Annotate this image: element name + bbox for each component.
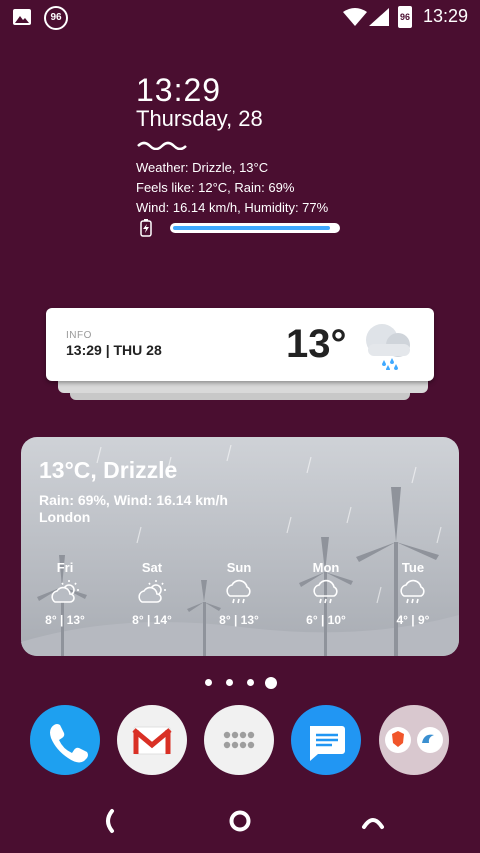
- forecast-day-name: Sun: [226, 560, 252, 575]
- forecast-range: 8° | 13°: [219, 613, 259, 627]
- phone-app-icon[interactable]: [30, 705, 100, 775]
- forecast-day-name: Fri: [56, 560, 74, 575]
- battery-charging-icon: [140, 219, 152, 237]
- app-drawer-icon: [223, 731, 255, 749]
- rain-cloud-icon: [313, 579, 338, 604]
- home-icon[interactable]: [227, 805, 253, 837]
- app-folder[interactable]: [379, 705, 449, 775]
- clock-time: 13:29: [136, 72, 222, 108]
- forecast-range: 6° | 10°: [306, 613, 346, 627]
- notification-96-icon: 96: [44, 6, 68, 30]
- gmail-app-icon[interactable]: [117, 705, 187, 775]
- forecast-day: Sat 8° | 14°: [112, 560, 192, 627]
- partly-cloudy-icon: [51, 580, 79, 603]
- status-bar: 96 96 13:29: [0, 0, 480, 34]
- image-icon: [13, 9, 31, 25]
- battery-icon: 96: [398, 6, 412, 28]
- info-label: INFO: [66, 330, 92, 341]
- forecast-range: 8° | 14°: [132, 613, 172, 627]
- clock-date: Thursday, 28: [136, 106, 263, 131]
- battery-level-fill: [173, 226, 331, 230]
- weather-card[interactable]: 13°C, Drizzle Rain: 69%, Wind: 16.14 km/…: [21, 437, 459, 656]
- partly-cloudy-icon: [138, 580, 166, 603]
- drizzle-cloud-icon: [366, 324, 410, 370]
- forecast-day: Sun 8° | 13°: [199, 560, 279, 627]
- feels-like-line: Feels like: 12°C, Rain: 69%: [136, 180, 295, 195]
- back-icon[interactable]: [100, 805, 120, 837]
- rain-cloud-icon: [226, 579, 251, 604]
- status-time: 13:29: [422, 6, 468, 26]
- weather-rain-wind: Rain: 69%, Wind: 16.14 km/h: [39, 492, 228, 508]
- battery-level-bar: [170, 223, 340, 233]
- forecast-day: Mon 6° | 10°: [286, 560, 366, 627]
- forecast-range: 8° | 13°: [45, 613, 85, 627]
- info-card[interactable]: INFO 13:29 | THU 28 13°: [46, 308, 434, 381]
- recents-icon[interactable]: [360, 805, 386, 837]
- wave-divider-icon: [137, 141, 187, 150]
- forecast-day: Fri 8° | 13°: [25, 560, 105, 627]
- forecast-day-name: Sat: [141, 560, 163, 575]
- rain-cloud-icon: [400, 579, 425, 604]
- gmail-icon: [132, 726, 172, 755]
- forecast-day-name: Tue: [401, 560, 425, 575]
- weather-title: 13°C, Drizzle: [39, 457, 178, 483]
- info-temperature: 13°: [286, 322, 347, 366]
- page-dot[interactable]: [247, 679, 254, 686]
- app-drawer-button[interactable]: [204, 705, 274, 775]
- info-datetime: 13:29 | THU 28: [66, 342, 162, 358]
- forecast-day: Tue 4° | 9°: [373, 560, 453, 627]
- wind-humidity-line: Wind: 16.14 km/h, Humidity: 77%: [136, 200, 329, 215]
- weather-details: Rain: 69%, Wind: 16.14 km/h London: [39, 492, 228, 526]
- page-dot[interactable]: [205, 679, 212, 686]
- forecast-day-name: Mon: [312, 560, 340, 575]
- forecast-range: 4° | 9°: [396, 613, 430, 627]
- folder-icon: [385, 727, 443, 753]
- weather-line: Weather: Drizzle, 13°C: [136, 160, 269, 175]
- wifi-icon: [343, 8, 367, 26]
- page-dot-active[interactable]: [265, 677, 277, 689]
- weather-location: London: [39, 509, 91, 525]
- messages-icon: [310, 726, 345, 761]
- signal-icon: [369, 8, 389, 26]
- page-dot[interactable]: [226, 679, 233, 686]
- messages-app-icon[interactable]: [291, 705, 361, 775]
- phone-icon: [50, 724, 88, 763]
